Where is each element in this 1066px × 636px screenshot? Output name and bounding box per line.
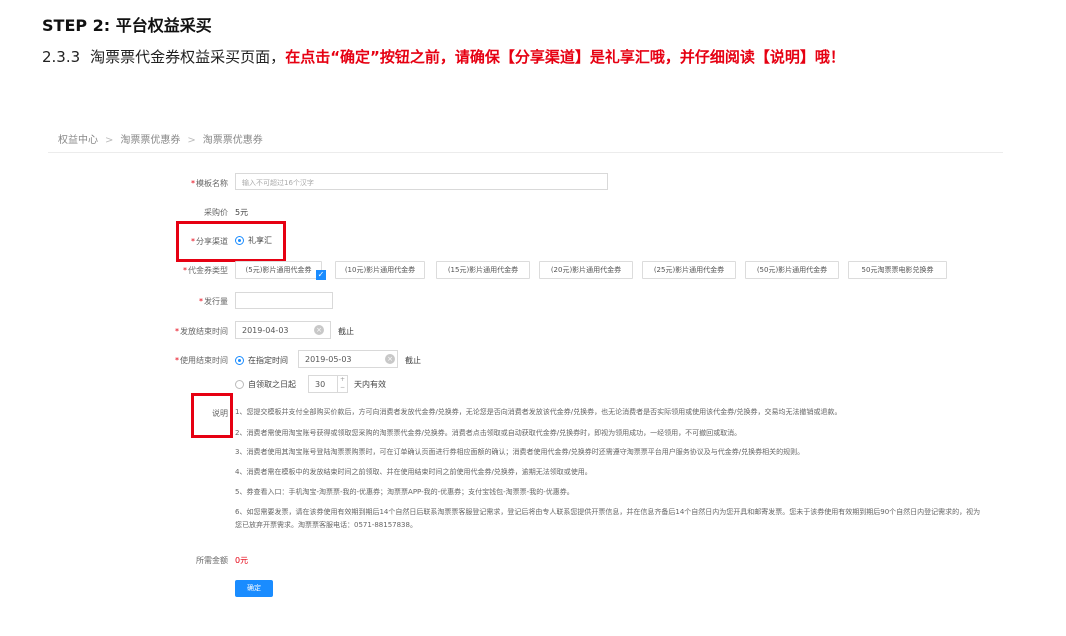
breadcrumb: 权益中心 > 淘票票优惠券 > 淘票票优惠券 bbox=[58, 131, 263, 146]
days-suffix: 天内有效 bbox=[354, 380, 386, 389]
use-end-option-specified: 在指定时间 bbox=[248, 356, 288, 365]
use-end-suffix: 截止 bbox=[405, 356, 421, 365]
note-item: 1、您提交模板并支付全部购买价款后，方可向消费者发放代金券/兑换券，无论您是否向… bbox=[235, 408, 842, 416]
use-end-option-relative: 自领取之日起 bbox=[248, 380, 296, 389]
template-name-label: *模板名称 bbox=[191, 179, 228, 188]
checkmark-icon: ✓ bbox=[316, 270, 326, 280]
quantity-input[interactable] bbox=[235, 292, 333, 309]
step-heading: STEP 2: 平台权益采买 bbox=[42, 16, 212, 35]
note-item: 4、消费者需在模板中的发放结束时间之前领取、并在使用结束时间之前使用代金券/兑换… bbox=[235, 468, 592, 476]
instruction-text: 淘票票代金券权益采买页面， bbox=[90, 48, 286, 66]
use-end-radio-specified[interactable] bbox=[235, 356, 244, 365]
note-item: 3、消费者使用其淘宝账号登陆淘票票购票时，可在订单确认页面进行券相应面额的确认；… bbox=[235, 448, 805, 456]
highlight-box-notes bbox=[191, 393, 233, 438]
breadcrumb-separator: > bbox=[187, 135, 196, 146]
use-end-date-input[interactable]: 2019-05-03 bbox=[298, 350, 398, 368]
breadcrumb-separator: > bbox=[105, 135, 114, 146]
coupon-option[interactable]: (15元)影片通用代金券 bbox=[436, 261, 530, 279]
price-value: 5元 bbox=[235, 208, 249, 217]
confirm-button[interactable]: 确定 bbox=[235, 580, 273, 597]
coupon-option[interactable]: 50元淘票票电影兑换券 bbox=[848, 261, 947, 279]
coupon-type-label: *代金券类型 bbox=[183, 266, 228, 275]
days-stepper[interactable]: + − bbox=[338, 375, 348, 393]
note-item: 6、如您需要发票，请在该券使用有效期到期后14个自然日后联系淘票票客服登记需求，… bbox=[235, 508, 981, 529]
divider bbox=[48, 152, 1003, 153]
breadcrumb-item: 淘票票优惠券 bbox=[202, 135, 263, 146]
purchase-page-screenshot: 权益中心 > 淘票票优惠券 > 淘票票优惠券 *模板名称 输入不可超过16个汉字 采购价… bbox=[48, 125, 1003, 605]
total-label: 所需金额 bbox=[196, 556, 228, 565]
issue-end-suffix: 截止 bbox=[338, 327, 354, 336]
coupon-option[interactable]: (5元)影片通用代金券 bbox=[235, 261, 322, 279]
use-end-label: *使用结束时间 bbox=[175, 356, 228, 365]
clear-icon[interactable]: × bbox=[314, 325, 324, 335]
coupon-option[interactable]: (10元)影片通用代金券 bbox=[335, 261, 425, 279]
coupon-option[interactable]: (50元)影片通用代金券 bbox=[745, 261, 839, 279]
coupon-option[interactable]: (25元)影片通用代金券 bbox=[642, 261, 736, 279]
use-end-radio-relative[interactable] bbox=[235, 380, 244, 389]
highlight-box-channel bbox=[176, 221, 286, 262]
section-number: 2.3.3 bbox=[42, 48, 81, 66]
coupon-option[interactable]: (20元)影片通用代金券 bbox=[539, 261, 633, 279]
clear-icon[interactable]: × bbox=[385, 354, 395, 364]
breadcrumb-item[interactable]: 淘票票优惠券 bbox=[120, 135, 180, 146]
breadcrumb-item[interactable]: 权益中心 bbox=[58, 135, 98, 146]
price-label: 采购价 bbox=[204, 208, 228, 217]
template-name-input[interactable]: 输入不可超过16个汉字 bbox=[235, 173, 608, 190]
note-item: 5、券查看入口：手机淘宝-淘票票-我的-优惠券；淘票票APP-我的-优惠券；支付… bbox=[235, 488, 574, 496]
quantity-label: *发行量 bbox=[199, 297, 228, 306]
instruction-line: 2.3.3 淘票票代金券权益采买页面，在点击“确定”按钮之前，请确保【分享渠道】是… bbox=[42, 46, 845, 67]
instruction-highlight: 在点击“确定”按钮之前，请确保【分享渠道】是礼享汇哦，并仔细阅读【说明】哦！ bbox=[285, 48, 845, 66]
issue-end-label: *发放结束时间 bbox=[175, 327, 228, 336]
days-input[interactable]: 30 bbox=[308, 375, 338, 393]
note-item: 2、消费者需使用淘宝账号获得或领取您采购的淘票票代金券/兑换券。消费者点击领取或… bbox=[235, 429, 742, 437]
total-amount: 0元 bbox=[235, 556, 249, 565]
